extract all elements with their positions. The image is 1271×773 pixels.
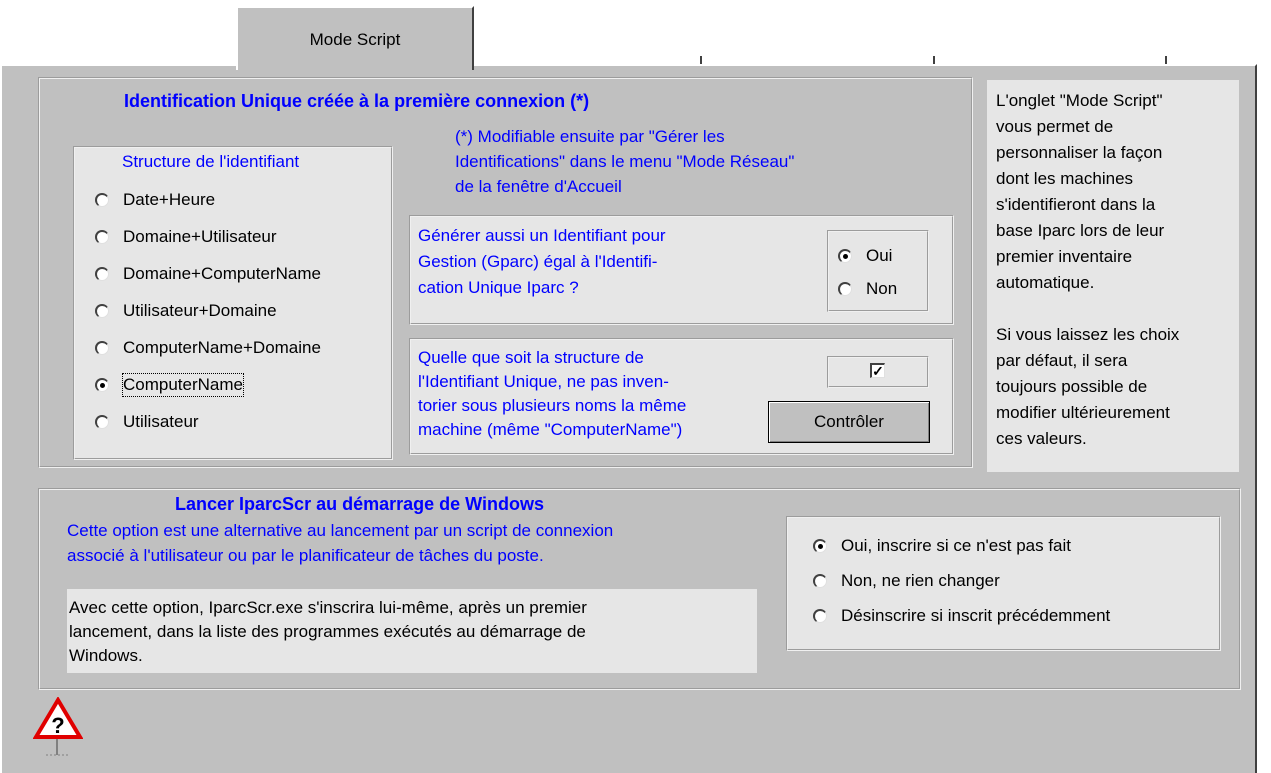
option-label: Oui, inscrire si ce n'est pas fait [841, 536, 1071, 555]
option-label: Utilisateur [123, 412, 199, 431]
radio-button[interactable] [813, 539, 827, 553]
startup-option-desinscrire[interactable]: Désinscrire si inscrit précédemment [813, 605, 1110, 627]
info-line: lancement, dans la liste des programmes … [69, 622, 586, 641]
tab-label: Mode Script [309, 30, 401, 49]
startup-option-inscrire[interactable]: Oui, inscrire si ce n'est pas fait [813, 535, 1110, 557]
structure-option-utilisateur-domaine[interactable]: Utilisateur+Domaine [95, 300, 321, 322]
info-line: Windows. [69, 646, 143, 665]
option-label: ComputerName+Domaine [123, 338, 321, 357]
gparc-option-non[interactable]: Non [838, 278, 897, 300]
help-line: vous permet de [996, 117, 1114, 136]
option-label: Domaine+Utilisateur [123, 227, 277, 246]
structure-option-utilisateur[interactable]: Utilisateur [95, 411, 321, 433]
note-line: Identifications" dans le menu "Mode Rése… [455, 152, 795, 171]
startup-info: Avec cette option, IparcScr.exe s'inscri… [69, 596, 587, 668]
help-line: Si vous laissez les choix [996, 325, 1180, 344]
option-label: Oui [866, 246, 893, 265]
radio-button[interactable] [95, 378, 109, 392]
help-line: toujours possible de [996, 377, 1148, 396]
structure-option-domaine-computername[interactable]: Domaine+ComputerName [95, 263, 321, 285]
warning-question-icon[interactable]: ? [32, 696, 84, 757]
tab-strip [0, 0, 1271, 67]
structure-option-computername[interactable]: ComputerName [95, 373, 321, 397]
structure-option-date-heure[interactable]: Date+Heure [95, 189, 321, 211]
subtitle-line: Cette option est une alternative au lanc… [67, 521, 614, 540]
duplicate-checkbox[interactable]: ✓ [870, 363, 885, 378]
subtitle-line: associé à l'utilisateur ou par le planif… [67, 546, 544, 565]
startup-subtitle: Cette option est une alternative au lanc… [67, 518, 613, 568]
radio-button[interactable] [813, 574, 827, 588]
help-line: dont les machines [996, 169, 1134, 188]
radio-button[interactable] [95, 415, 109, 429]
svg-text:?: ? [51, 713, 64, 738]
option-label: Utilisateur+Domaine [123, 301, 277, 320]
help-text: L'onglet "Mode Script" vous permet de pe… [996, 88, 1179, 452]
gparc-text-line: cation Unique Iparc ? [418, 278, 579, 297]
help-line: L'onglet "Mode Script" [996, 91, 1163, 110]
help-line: ces valeurs. [996, 429, 1087, 448]
help-line: automatique. [996, 273, 1095, 292]
note-line: (*) Modifiable ensuite par "Gérer les [455, 127, 725, 146]
control-button[interactable]: Contrôler [768, 401, 930, 443]
help-line [996, 296, 1179, 322]
option-label: ComputerName [122, 373, 244, 397]
radio-button[interactable] [838, 282, 852, 296]
tab-mode-script[interactable]: Mode Script [236, 6, 474, 70]
radio-button[interactable] [95, 230, 109, 244]
radio-button[interactable] [95, 304, 109, 318]
structure-options: Date+Heure Domaine+Utilisateur Domaine+C… [95, 189, 321, 433]
duplicate-text-line: Quelle que soit la structure de [418, 348, 644, 367]
note-line: de la fenêtre d'Accueil [455, 177, 622, 196]
gparc-text-line: Gestion (Gparc) égal à l'Identifi- [418, 252, 658, 271]
option-label: Date+Heure [123, 190, 216, 209]
startup-options: Oui, inscrire si ce n'est pas fait Non, … [813, 535, 1110, 627]
radio-button[interactable] [95, 267, 109, 281]
radio-button[interactable] [813, 609, 827, 623]
help-line: premier inventaire [996, 247, 1133, 266]
identification-note: (*) Modifiable ensuite par "Gérer les Id… [455, 124, 794, 199]
gparc-text-line: Générer aussi un Identifiant pour [418, 226, 666, 245]
duplicate-text-line: machine (même "ComputerName") [418, 420, 683, 439]
info-line: Avec cette option, IparcScr.exe s'inscri… [69, 598, 587, 617]
help-line: s'identifieront dans la [996, 195, 1156, 214]
structure-option-computername-domaine[interactable]: ComputerName+Domaine [95, 337, 321, 359]
duplicate-text: Quelle que soit la structure de l'Identi… [418, 346, 686, 442]
option-label: Non [866, 279, 898, 298]
radio-button[interactable] [95, 341, 109, 355]
help-line: base Iparc lors de leur [996, 221, 1165, 240]
help-line: par défaut, il sera [996, 351, 1128, 370]
gparc-text: Générer aussi un Identifiant pour Gestio… [418, 223, 666, 301]
duplicate-text-line: torier sous plusieurs noms la même [418, 396, 687, 415]
option-label: Désinscrire si inscrit précédemment [841, 606, 1111, 625]
radio-button[interactable] [838, 249, 852, 263]
option-label: Non, ne rien changer [841, 571, 1000, 590]
startup-option-ne-rien-changer[interactable]: Non, ne rien changer [813, 570, 1110, 592]
help-line: modifier ultérieurement [996, 403, 1170, 422]
structure-option-domaine-utilisateur[interactable]: Domaine+Utilisateur [95, 226, 321, 248]
gparc-options: Oui Non [838, 245, 897, 300]
gparc-option-oui[interactable]: Oui [838, 245, 897, 267]
structure-title: Structure de l'identifiant [122, 152, 300, 171]
help-line: personnaliser la façon [996, 143, 1163, 162]
startup-title: Lancer IparcScr au démarrage de Windows [175, 494, 544, 514]
radio-button[interactable] [95, 193, 109, 207]
option-label: Domaine+ComputerName [123, 264, 321, 283]
duplicate-text-line: l'Identifiant Unique, ne pas inven- [418, 372, 669, 391]
identification-title: Identification Unique créée à la premièr… [124, 91, 590, 111]
